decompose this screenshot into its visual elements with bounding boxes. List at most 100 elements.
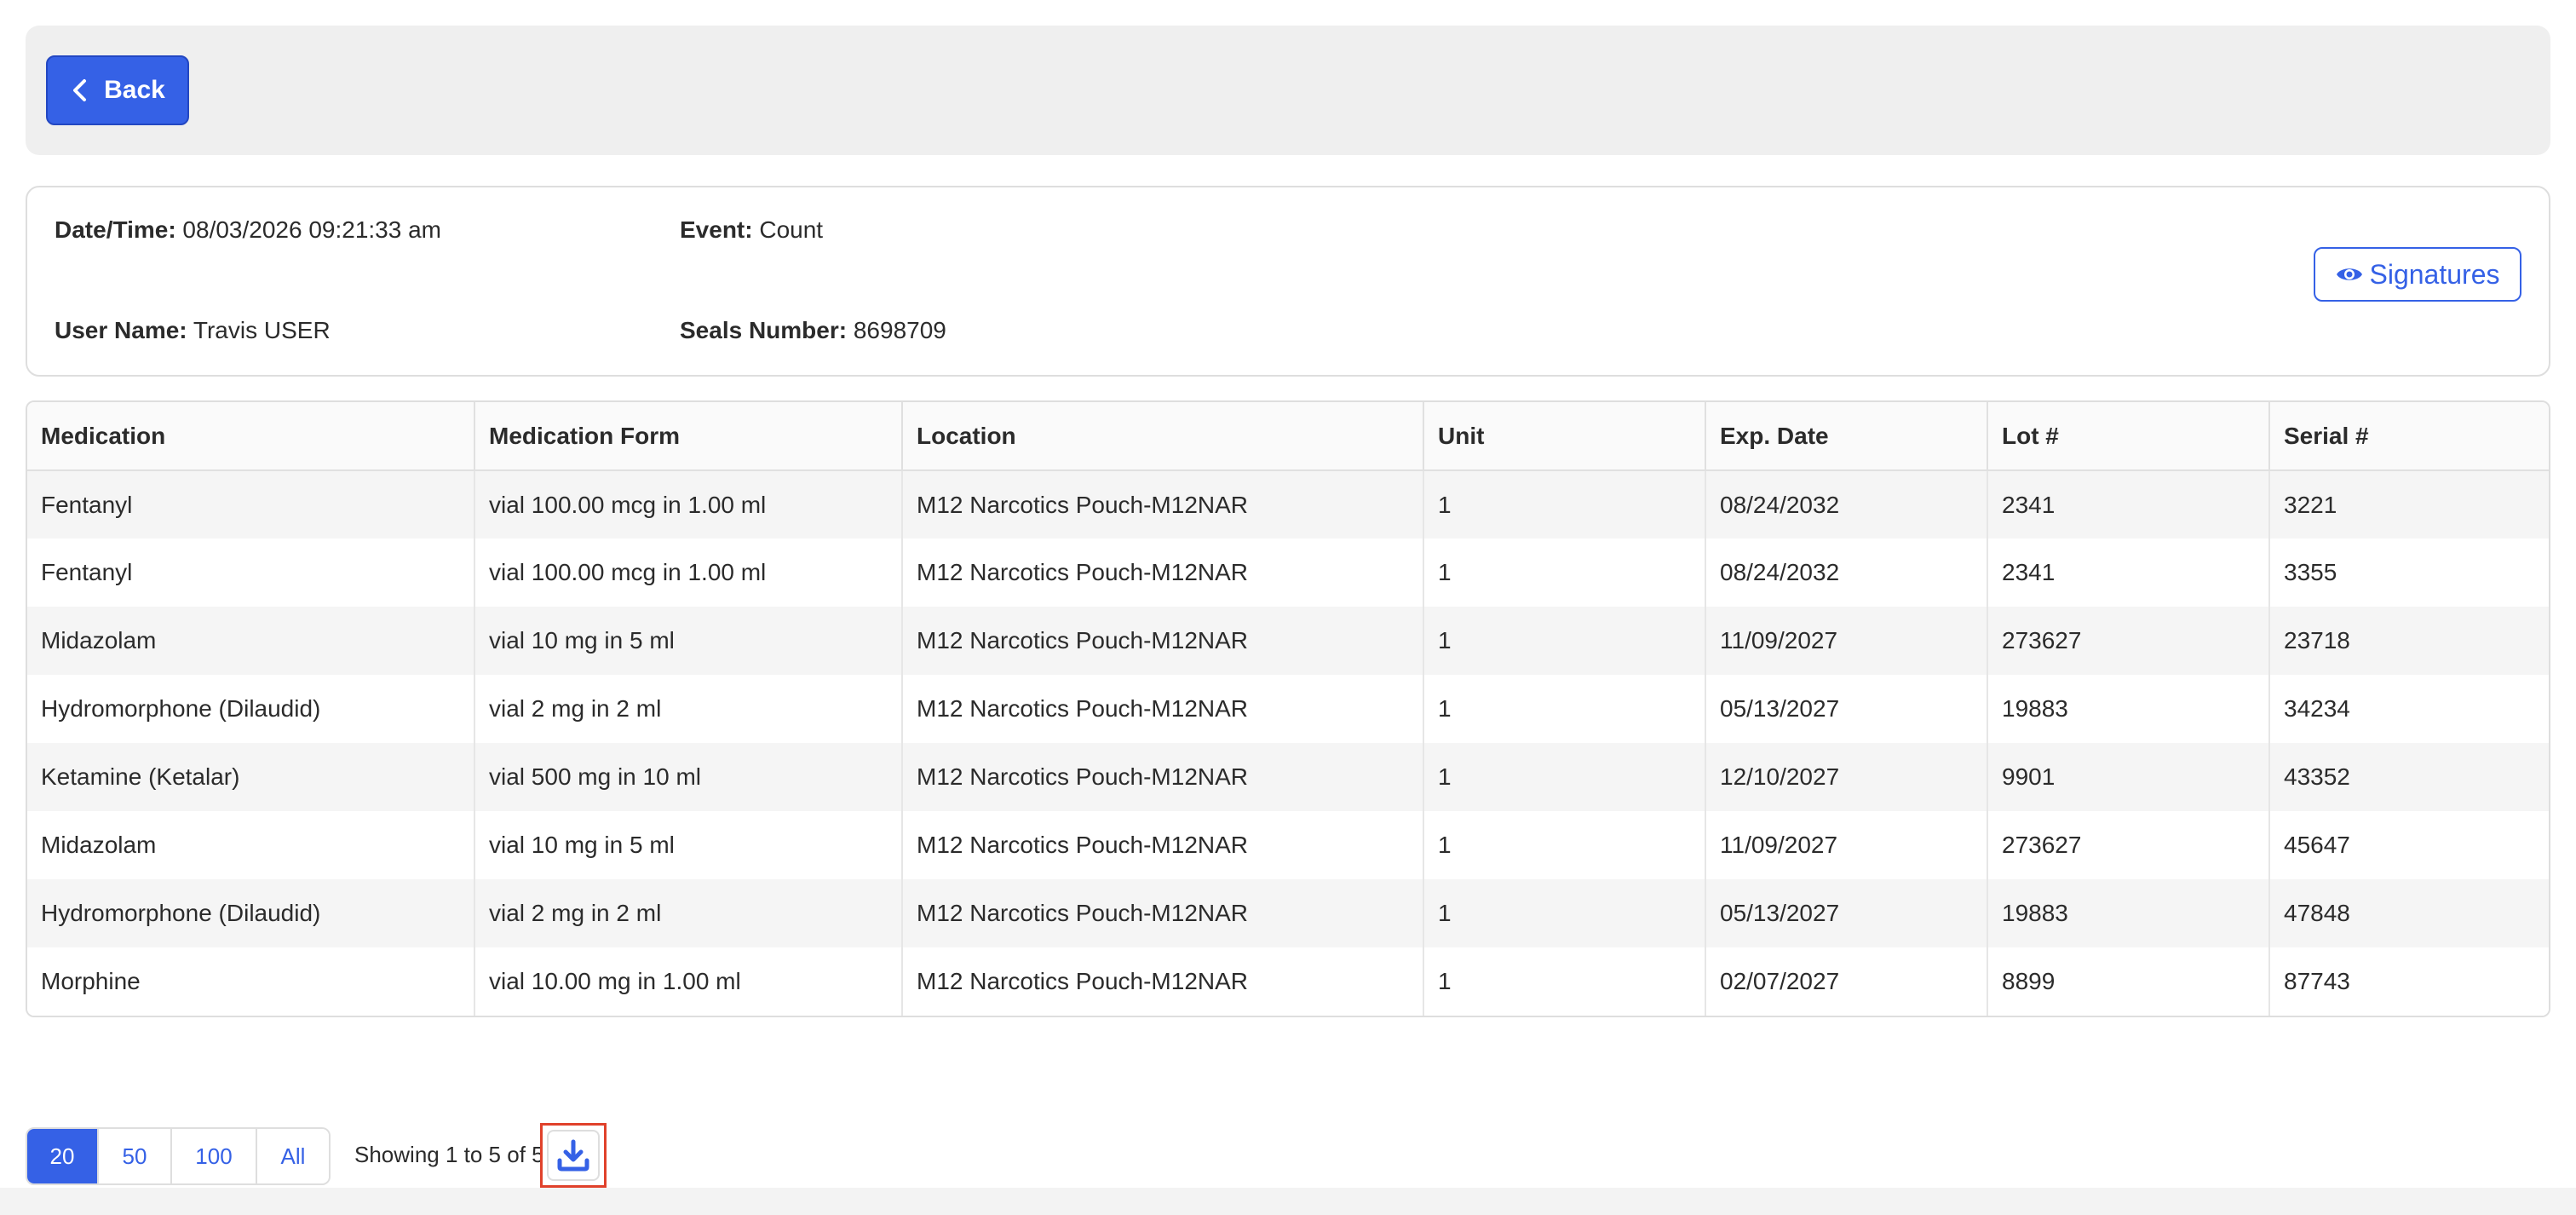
cell-location: M12 Narcotics Pouch-M12NAR (902, 879, 1424, 947)
cell-exp-date: 11/09/2027 (1705, 811, 1988, 879)
cell-unit: 1 (1423, 675, 1706, 743)
cell-location: M12 Narcotics Pouch-M12NAR (902, 470, 1424, 538)
cell-medication-form: vial 100.00 mcg in 1.00 ml (474, 470, 903, 538)
cell-medication-form: vial 2 mg in 2 ml (474, 879, 903, 947)
cell-serial: 34234 (2269, 675, 2549, 743)
seals-value: 8698709 (853, 317, 946, 343)
signatures-button-label: Signatures (2369, 258, 2500, 290)
cell-medication-form: vial 10 mg in 5 ml (474, 811, 903, 879)
datetime-value: 08/03/2026 09:21:33 am (182, 216, 442, 243)
column-header-exp-date[interactable]: Exp. Date (1705, 402, 1988, 471)
cell-location: M12 Narcotics Pouch-M12NAR (902, 947, 1424, 1016)
download-button[interactable] (540, 1123, 607, 1188)
cell-exp-date: 11/09/2027 (1705, 607, 1988, 675)
cell-serial: 45647 (2269, 811, 2549, 879)
column-header-lot[interactable]: Lot # (1987, 402, 2270, 471)
back-button-label: Back (104, 76, 165, 104)
cell-serial: 23718 (2269, 607, 2549, 675)
cell-exp-date: 08/24/2032 (1705, 538, 1988, 607)
cell-serial: 87743 (2269, 947, 2549, 1016)
download-button-inner (547, 1130, 600, 1181)
back-button[interactable]: Back (46, 55, 189, 125)
cell-unit: 1 (1423, 607, 1706, 675)
cell-medication-form: vial 100.00 mcg in 1.00 ml (474, 538, 903, 607)
cell-lot: 2341 (1987, 470, 2270, 538)
column-header-medication-form[interactable]: Medication Form (474, 402, 903, 471)
cell-lot: 9901 (1987, 743, 2270, 811)
column-header-serial[interactable]: Serial # (2269, 402, 2549, 471)
page: Back Date/Time: 08/03/2026 09:21:33 am E… (0, 0, 2576, 1215)
cell-lot: 8899 (1987, 947, 2270, 1016)
cell-serial: 3221 (2269, 470, 2549, 538)
cell-medication: Hydromorphone (Dilaudid) (27, 879, 475, 947)
signatures-button[interactable]: Signatures (2314, 247, 2521, 302)
event-value: Count (759, 216, 824, 243)
cell-unit: 1 (1423, 879, 1706, 947)
cell-medication: Midazolam (27, 811, 475, 879)
bottom-strip (0, 1188, 2576, 1215)
username-value: Travis USER (193, 317, 331, 343)
cell-exp-date: 02/07/2027 (1705, 947, 1988, 1016)
cell-unit: 1 (1423, 538, 1706, 607)
username-field: User Name: Travis USER (55, 317, 331, 344)
showing-count-text: Showing 1 to 5 of 5 (354, 1142, 544, 1167)
cell-location: M12 Narcotics Pouch-M12NAR (902, 675, 1424, 743)
event-field: Event: Count (680, 216, 823, 244)
table-row: Fentanyl vial 100.00 mcg in 1.00 ml M12 … (27, 470, 2549, 538)
table-row: Hydromorphone (Dilaudid) vial 2 mg in 2 … (27, 879, 2549, 947)
cell-lot: 2341 (1987, 538, 2270, 607)
top-bar: Back (26, 26, 2550, 155)
page-size-selector: 20 50 100 All (26, 1127, 331, 1185)
cell-unit: 1 (1423, 470, 1706, 538)
cell-location: M12 Narcotics Pouch-M12NAR (902, 538, 1424, 607)
cell-exp-date: 12/10/2027 (1705, 743, 1988, 811)
chevron-left-icon (73, 79, 87, 101)
page-size-all[interactable]: All (257, 1129, 329, 1183)
cell-medication: Fentanyl (27, 538, 475, 607)
cell-medication: Hydromorphone (Dilaudid) (27, 675, 475, 743)
cell-unit: 1 (1423, 811, 1706, 879)
cell-lot: 273627 (1987, 811, 2270, 879)
medication-table: Medication Medication Form Location Unit… (27, 402, 2549, 1016)
seals-label: Seals Number: (680, 317, 848, 343)
cell-serial: 43352 (2269, 743, 2549, 811)
cell-medication: Fentanyl (27, 470, 475, 538)
cell-exp-date: 08/24/2032 (1705, 470, 1988, 538)
cell-medication-form: vial 10 mg in 5 ml (474, 607, 903, 675)
cell-lot: 19883 (1987, 675, 2270, 743)
table-row: Fentanyl vial 100.00 mcg in 1.00 ml M12 … (27, 538, 2549, 607)
cell-serial: 3355 (2269, 538, 2549, 607)
table-header-row: Medication Medication Form Location Unit… (27, 402, 2549, 471)
cell-exp-date: 05/13/2027 (1705, 675, 1988, 743)
page-size-100[interactable]: 100 (172, 1129, 257, 1183)
table-row: Midazolam vial 10 mg in 5 ml M12 Narcoti… (27, 811, 2549, 879)
cell-medication-form: vial 10.00 mg in 1.00 ml (474, 947, 903, 1016)
cell-location: M12 Narcotics Pouch-M12NAR (902, 743, 1424, 811)
datetime-field: Date/Time: 08/03/2026 09:21:33 am (55, 216, 441, 244)
cell-medication: Morphine (27, 947, 475, 1016)
medication-table-container: Medication Medication Form Location Unit… (26, 400, 2550, 1017)
column-header-medication[interactable]: Medication (27, 402, 475, 471)
cell-unit: 1 (1423, 947, 1706, 1016)
username-label: User Name: (55, 317, 187, 343)
page-size-20[interactable]: 20 (27, 1129, 99, 1183)
cell-lot: 273627 (1987, 607, 2270, 675)
table-row: Ketamine (Ketalar) vial 500 mg in 10 ml … (27, 743, 2549, 811)
table-row: Morphine vial 10.00 mg in 1.00 ml M12 Na… (27, 947, 2549, 1016)
cell-medication: Ketamine (Ketalar) (27, 743, 475, 811)
column-header-location[interactable]: Location (902, 402, 1424, 471)
column-header-unit[interactable]: Unit (1423, 402, 1706, 471)
table-row: Hydromorphone (Dilaudid) vial 2 mg in 2 … (27, 675, 2549, 743)
cell-location: M12 Narcotics Pouch-M12NAR (902, 607, 1424, 675)
page-size-50[interactable]: 50 (99, 1129, 172, 1183)
cell-serial: 47848 (2269, 879, 2549, 947)
cell-unit: 1 (1423, 743, 1706, 811)
download-icon (557, 1139, 589, 1172)
eye-icon (2336, 268, 2362, 280)
cell-location: M12 Narcotics Pouch-M12NAR (902, 811, 1424, 879)
cell-medication: Midazolam (27, 607, 475, 675)
seals-field: Seals Number: 8698709 (680, 317, 946, 344)
cell-lot: 19883 (1987, 879, 2270, 947)
event-label: Event: (680, 216, 753, 243)
cell-medication-form: vial 2 mg in 2 ml (474, 675, 903, 743)
